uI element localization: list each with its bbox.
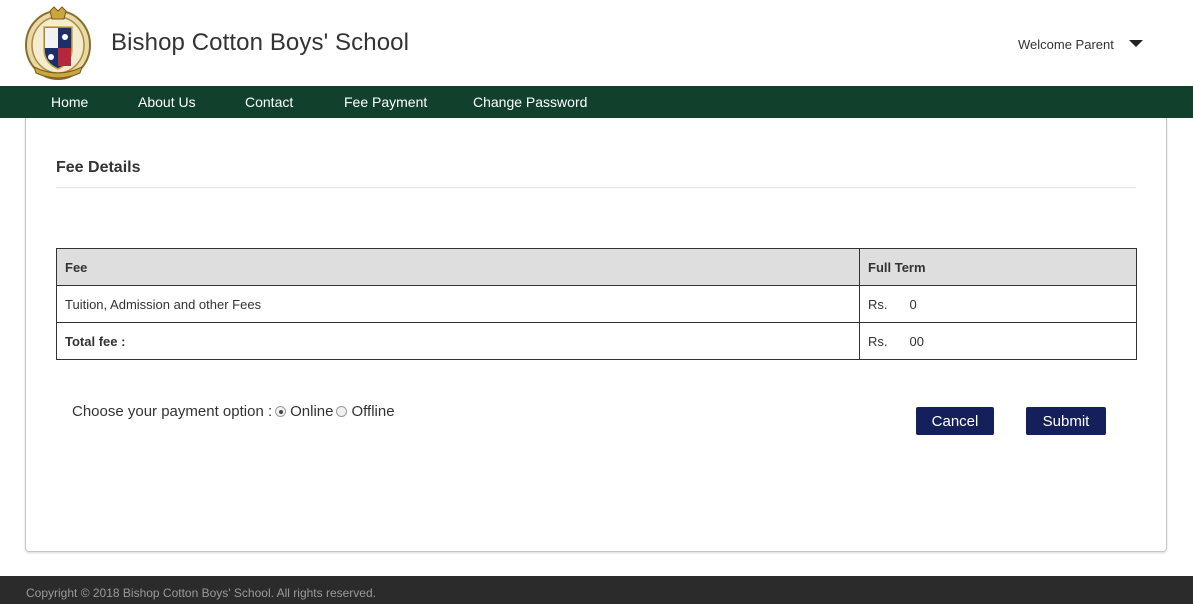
cancel-button[interactable]: Cancel	[916, 407, 994, 435]
column-header-full-term: Full Term	[859, 248, 1137, 286]
currency-prefix: Rs.	[868, 333, 888, 349]
nav-item-contact[interactable]: Contact	[245, 94, 293, 110]
welcome-text: Welcome Parent	[1018, 37, 1114, 52]
nav-item-about-us[interactable]: About Us	[138, 94, 196, 110]
nav-item-fee-payment[interactable]: Fee Payment	[344, 94, 427, 110]
fee-amount-cell: Rs. 0	[859, 285, 1137, 323]
online-radio[interactable]	[275, 406, 287, 417]
school-name: Bishop Cotton Boys' School	[111, 29, 410, 56]
amount-suffix: 0	[909, 296, 917, 312]
redacted-amount	[887, 299, 910, 312]
school-crest-icon[interactable]	[24, 5, 92, 81]
fee-name-cell: Tuition, Admission and other Fees	[56, 285, 860, 323]
fee-table: Fee Full Term Tuition, Admission and oth…	[56, 248, 1137, 360]
header: Bishop Cotton Boys' School Welcome Paren…	[0, 0, 1193, 86]
table-row: Total fee : Rs. 00	[56, 322, 1137, 360]
column-header-fee: Fee	[56, 248, 860, 286]
footer: Copyright © 2018 Bishop Cotton Boys' Sch…	[0, 576, 1193, 604]
payment-option-label: Choose your payment option :	[72, 403, 273, 420]
redacted-amount	[887, 336, 910, 349]
table-header-row: Fee Full Term	[56, 248, 1137, 286]
submit-button[interactable]: Submit	[1026, 407, 1106, 435]
amount-suffix: 00	[909, 333, 924, 349]
caret-down-icon[interactable]	[1129, 40, 1143, 47]
main-navbar: Home About Us Contact Fee Payment Change…	[0, 86, 1193, 118]
offline-radio[interactable]	[336, 406, 348, 417]
fee-details-panel: Fee Details Fee Full Term Tuition, Admis…	[25, 118, 1167, 552]
total-amount-cell: Rs. 00	[859, 322, 1137, 360]
offline-label[interactable]: Offline	[351, 403, 394, 420]
total-fee-label: Total fee :	[56, 322, 860, 360]
payment-option-row: Choose your payment option : Online Offl…	[72, 403, 395, 420]
nav-item-change-password[interactable]: Change Password	[473, 94, 587, 110]
nav-item-home[interactable]: Home	[51, 94, 88, 110]
copyright-text: Copyright © 2018 Bishop Cotton Boys' Sch…	[26, 586, 376, 600]
title-divider	[56, 187, 1136, 188]
table-row: Tuition, Admission and other Fees Rs. 0	[56, 285, 1137, 323]
online-label[interactable]: Online	[290, 403, 333, 420]
currency-prefix: Rs.	[868, 296, 888, 312]
section-title: Fee Details	[56, 159, 141, 176]
